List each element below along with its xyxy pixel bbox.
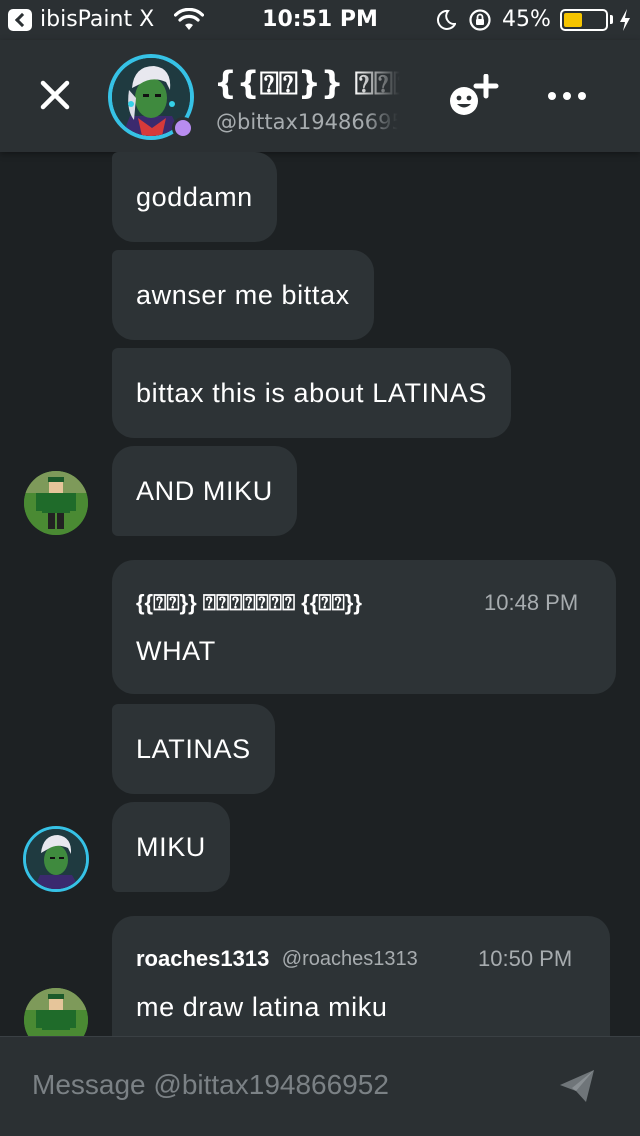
message-bubble[interactable]: bittax this is about LATINAS	[112, 348, 511, 438]
sender-avatar[interactable]	[24, 471, 88, 535]
message-text: awnser me bittax	[136, 280, 350, 310]
moon-icon	[436, 9, 456, 30]
rotation-lock-icon	[469, 9, 491, 31]
author-name[interactable]: {{⍰⍰}} ⍰⍰⍰⍰⍰⍰⍰ {{⍰⍰}}	[136, 590, 362, 616]
close-icon[interactable]	[30, 70, 80, 120]
message-composer	[0, 1036, 640, 1136]
chat-title[interactable]: {{⍰⍰}} ⍰⍰⍰⍰⍰⍰⍰ {{⍰⍰}}	[214, 64, 400, 106]
message-time: 10:48 PM	[484, 590, 579, 615]
message-meta: {{⍰⍰}} ⍰⍰⍰⍰⍰⍰⍰ {{⍰⍰}}	[136, 590, 468, 616]
message-bubble[interactable]: LATINAS	[112, 704, 275, 794]
message-meta: roaches1313 @roaches1313	[136, 946, 418, 972]
author-name[interactable]: roaches1313	[136, 946, 269, 972]
message-bubble[interactable]: goddamn	[112, 152, 277, 242]
message-text: WHAT	[136, 636, 216, 666]
more-icon[interactable]	[546, 84, 588, 108]
battery-percent: 45%	[502, 7, 551, 32]
author-handle[interactable]: @roaches1313	[282, 948, 418, 971]
message-card[interactable]: roaches1313 @roaches1313 10:50 PM me dra…	[112, 916, 610, 1036]
message-text: bittax this is about LATINAS	[136, 378, 487, 408]
avatar-image	[26, 829, 86, 889]
send-icon[interactable]	[558, 1067, 596, 1105]
message-time: 10:50 PM	[478, 946, 573, 971]
message-list[interactable]: goddamn awnser me bittax bittax this is …	[0, 152, 640, 1036]
add-member-icon[interactable]	[444, 74, 500, 122]
message-input[interactable]	[32, 1065, 532, 1105]
battery-level-fill	[564, 13, 582, 27]
message-text: goddamn	[136, 182, 253, 212]
sender-avatar[interactable]	[24, 988, 88, 1036]
sender-avatar[interactable]	[23, 826, 89, 892]
message-bubble[interactable]: MIKU	[112, 802, 230, 892]
battery-icon	[560, 9, 608, 31]
message-bubble[interactable]: awnser me bittax	[112, 250, 374, 340]
message-text: LATINAS	[136, 734, 251, 764]
avatar-image	[24, 988, 88, 1036]
message-text: MIKU	[136, 832, 206, 862]
message-text: AND MIKU	[136, 476, 273, 506]
online-status-dot	[172, 117, 194, 139]
message-bubble[interactable]: AND MIKU	[112, 446, 297, 536]
message-card[interactable]: {{⍰⍰}} ⍰⍰⍰⍰⍰⍰⍰ {{⍰⍰}} 10:48 PM WHAT	[112, 560, 616, 694]
chat-handle[interactable]: @bittax194866952	[216, 110, 398, 134]
battery-tip	[610, 15, 613, 24]
status-bar: ibisPaint X 10:51 PM 45%	[0, 0, 640, 40]
avatar-image	[24, 471, 88, 535]
message-text: me draw latina miku	[136, 992, 388, 1022]
chat-header: {{⍰⍰}} ⍰⍰⍰⍰⍰⍰⍰ {{⍰⍰}} @bittax194866952	[0, 40, 640, 152]
charging-bolt-icon	[620, 9, 630, 31]
